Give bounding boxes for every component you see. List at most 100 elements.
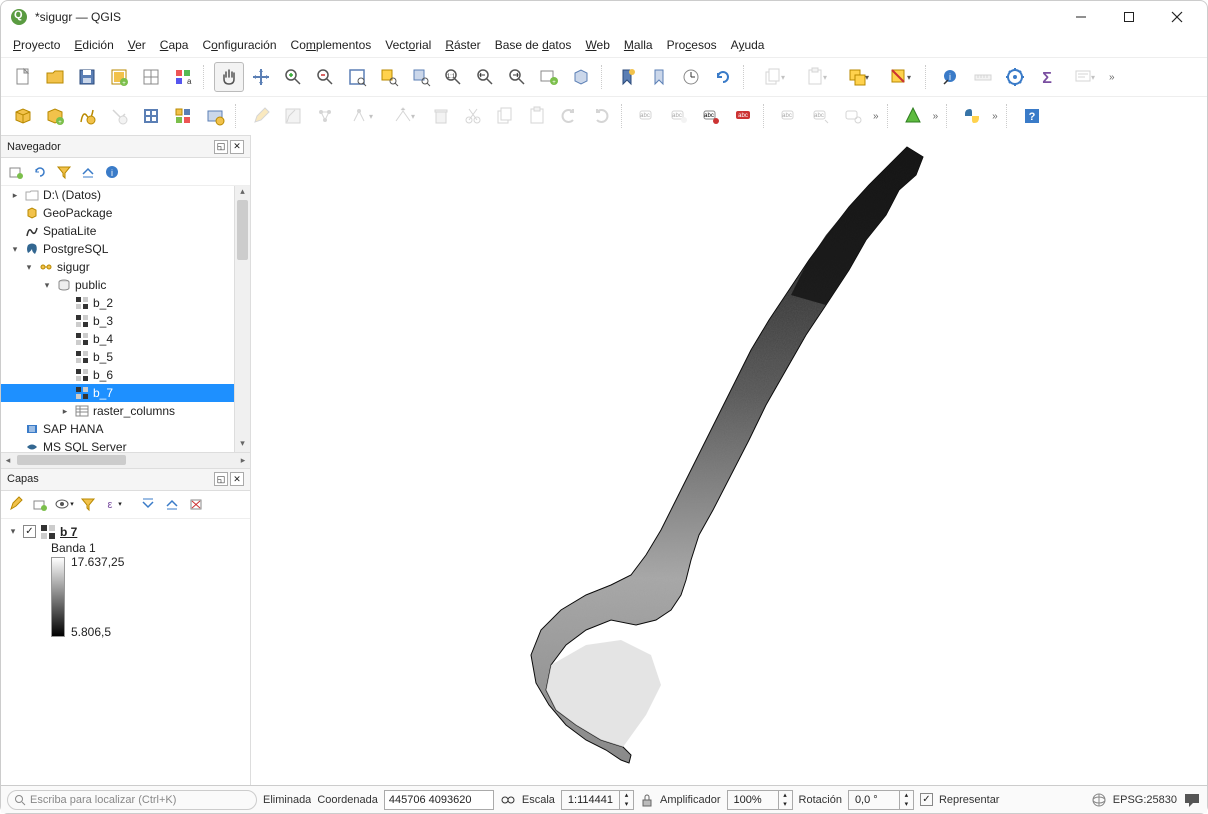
toolbar2-overflow-2[interactable]: » <box>929 111 943 122</box>
toolbar2-overflow-1[interactable]: » <box>869 111 883 122</box>
crs-label[interactable]: EPSG:25830 <box>1113 794 1177 806</box>
browser-item-b-7[interactable]: b_7 <box>1 384 250 402</box>
browser-collapse-button[interactable] <box>77 161 99 183</box>
copy-features2-button[interactable] <box>490 101 520 131</box>
layers-panel-header[interactable]: Capas ◱ ✕ <box>1 469 250 491</box>
layers-filter-button[interactable] <box>77 493 99 515</box>
zoom-next-button[interactable] <box>502 62 532 92</box>
zoom-in-button[interactable] <box>278 62 308 92</box>
temporal-controller-button[interactable] <box>676 62 706 92</box>
delete-selected-button[interactable] <box>426 101 456 131</box>
new-memory-layer-button[interactable] <box>200 101 230 131</box>
render-checkbox[interactable]: ✓ <box>920 793 933 806</box>
browser-item-d----datos-[interactable]: ▸D:\ (Datos) <box>1 186 250 204</box>
new-geopackage-button[interactable] <box>136 101 166 131</box>
layer-visibility-checkbox[interactable]: ✓ <box>23 525 36 538</box>
measure-button[interactable] <box>968 62 998 92</box>
browser-item-postgresql[interactable]: ▾PostgreSQL <box>1 240 250 258</box>
zoom-to-selection-button[interactable] <box>374 62 404 92</box>
browser-filter-button[interactable] <box>53 161 75 183</box>
label-tool-2-button[interactable]: abc <box>664 101 694 131</box>
browser-panel-header[interactable]: Navegador ◱ ✕ <box>1 136 250 158</box>
browser-item-sap-hana[interactable]: SAP HANA <box>1 420 250 438</box>
vertex-tool-button[interactable]: ▾ <box>342 101 382 131</box>
open-project-button[interactable] <box>40 62 70 92</box>
redo-button[interactable] <box>586 101 616 131</box>
browser-item-geopackage[interactable]: GeoPackage <box>1 204 250 222</box>
browser-scrollbar-h[interactable]: ◂▸ <box>1 452 250 468</box>
layout-manager-button[interactable] <box>136 62 166 92</box>
label-tool-6-button[interactable]: abc <box>806 101 836 131</box>
toggle-editing-button[interactable] <box>246 101 276 131</box>
help-button[interactable]: ? <box>1017 101 1047 131</box>
new-shapefile-button[interactable] <box>72 101 102 131</box>
layer-row[interactable]: ▾ ✓ b 7 <box>7 523 244 541</box>
rot-input[interactable]: 0,0 °▴▾ <box>848 790 914 810</box>
expand-icon[interactable]: ▾ <box>9 244 21 255</box>
layers-collapse-button[interactable] <box>161 493 183 515</box>
expand-icon[interactable]: ▾ <box>41 280 53 291</box>
browser-add-button[interactable] <box>5 161 27 183</box>
browser-item-sigugr[interactable]: ▾sigugr <box>1 258 250 276</box>
menu-ayuda[interactable]: Ayuda <box>731 38 765 52</box>
paste-features2-button[interactable] <box>522 101 552 131</box>
style-manager-button[interactable]: a <box>168 62 198 92</box>
coord-value[interactable]: 445706 4093620 <box>384 790 494 810</box>
menu-capa[interactable]: Capa <box>160 38 189 52</box>
paste-features-button[interactable]: ▾ <box>796 62 836 92</box>
show-bookmarks-button[interactable] <box>644 62 674 92</box>
menu-complementos[interactable]: Complementos <box>291 38 372 52</box>
expand-icon[interactable]: ▾ <box>23 262 35 273</box>
menu-basedatos[interactable]: Base de datos <box>495 38 572 52</box>
browser-item-b-4[interactable]: b_4 <box>1 330 250 348</box>
toolbar2-overflow-3[interactable]: » <box>988 111 1002 122</box>
browser-scrollbar-v[interactable]: ▴▾ <box>234 186 250 452</box>
save-project-button[interactable] <box>72 62 102 92</box>
maximize-button[interactable] <box>1109 3 1149 31</box>
toolbox-button[interactable] <box>1000 62 1030 92</box>
label-tool-3-button[interactable]: abc <box>696 101 726 131</box>
new-spatialite-button[interactable] <box>104 101 134 131</box>
python-console-button[interactable] <box>957 101 987 131</box>
copy-features-button[interactable]: ▾ <box>754 62 794 92</box>
add-raster-layer-button[interactable]: + <box>40 101 70 131</box>
browser-item-b-3[interactable]: b_3 <box>1 312 250 330</box>
menu-configuracion[interactable]: Configuración <box>202 38 276 52</box>
label-tool-4-button[interactable]: abc <box>728 101 758 131</box>
zoom-last-button[interactable] <box>470 62 500 92</box>
statistics-button[interactable]: Σ <box>1032 62 1062 92</box>
pan-button[interactable] <box>214 62 244 92</box>
plugin-topo-button[interactable] <box>898 101 928 131</box>
undo-button[interactable] <box>554 101 584 131</box>
label-tool-1-button[interactable]: abc <box>632 101 662 131</box>
new-3d-map-view-button[interactable] <box>566 62 596 92</box>
select-features-button[interactable]: ▾ <box>838 62 878 92</box>
zoom-full-button[interactable] <box>342 62 372 92</box>
annotation-button[interactable]: ▾ <box>1064 62 1104 92</box>
browser-undock-button[interactable]: ◱ <box>214 140 228 154</box>
browser-item-b-6[interactable]: b_6 <box>1 366 250 384</box>
menu-raster[interactable]: Ráster <box>445 38 480 52</box>
layers-tree[interactable]: ▾ ✓ b 7 Banda 1 17.637,25 5.806,5 <box>1 519 250 643</box>
coord-toggle-icon[interactable] <box>500 792 516 808</box>
deselect-features-button[interactable]: ▾ <box>880 62 920 92</box>
layers-manage-vis-button[interactable]: ▾ <box>53 493 75 515</box>
toolbar1-overflow[interactable]: » <box>1105 72 1119 83</box>
layers-add-group-button[interactable] <box>29 493 51 515</box>
layers-expression-button[interactable]: ε▾ <box>101 493 123 515</box>
browser-item-b-5[interactable]: b_5 <box>1 348 250 366</box>
messages-icon[interactable] <box>1183 791 1201 809</box>
browser-refresh-button[interactable] <box>29 161 51 183</box>
layers-style-button[interactable] <box>5 493 27 515</box>
add-feature-button[interactable] <box>310 101 340 131</box>
zoom-to-layer-button[interactable] <box>406 62 436 92</box>
browser-item-raster-columns[interactable]: ▸raster_columns <box>1 402 250 420</box>
new-project-button[interactable] <box>8 62 38 92</box>
identify-button[interactable]: i <box>936 62 966 92</box>
pan-to-selection-button[interactable] <box>246 62 276 92</box>
new-map-view-button[interactable]: + <box>534 62 564 92</box>
browser-properties-button[interactable]: i <box>101 161 123 183</box>
refresh-button[interactable] <box>708 62 738 92</box>
browser-item-spatialite[interactable]: SpatiaLite <box>1 222 250 240</box>
label-tool-5-button[interactable]: abc <box>774 101 804 131</box>
